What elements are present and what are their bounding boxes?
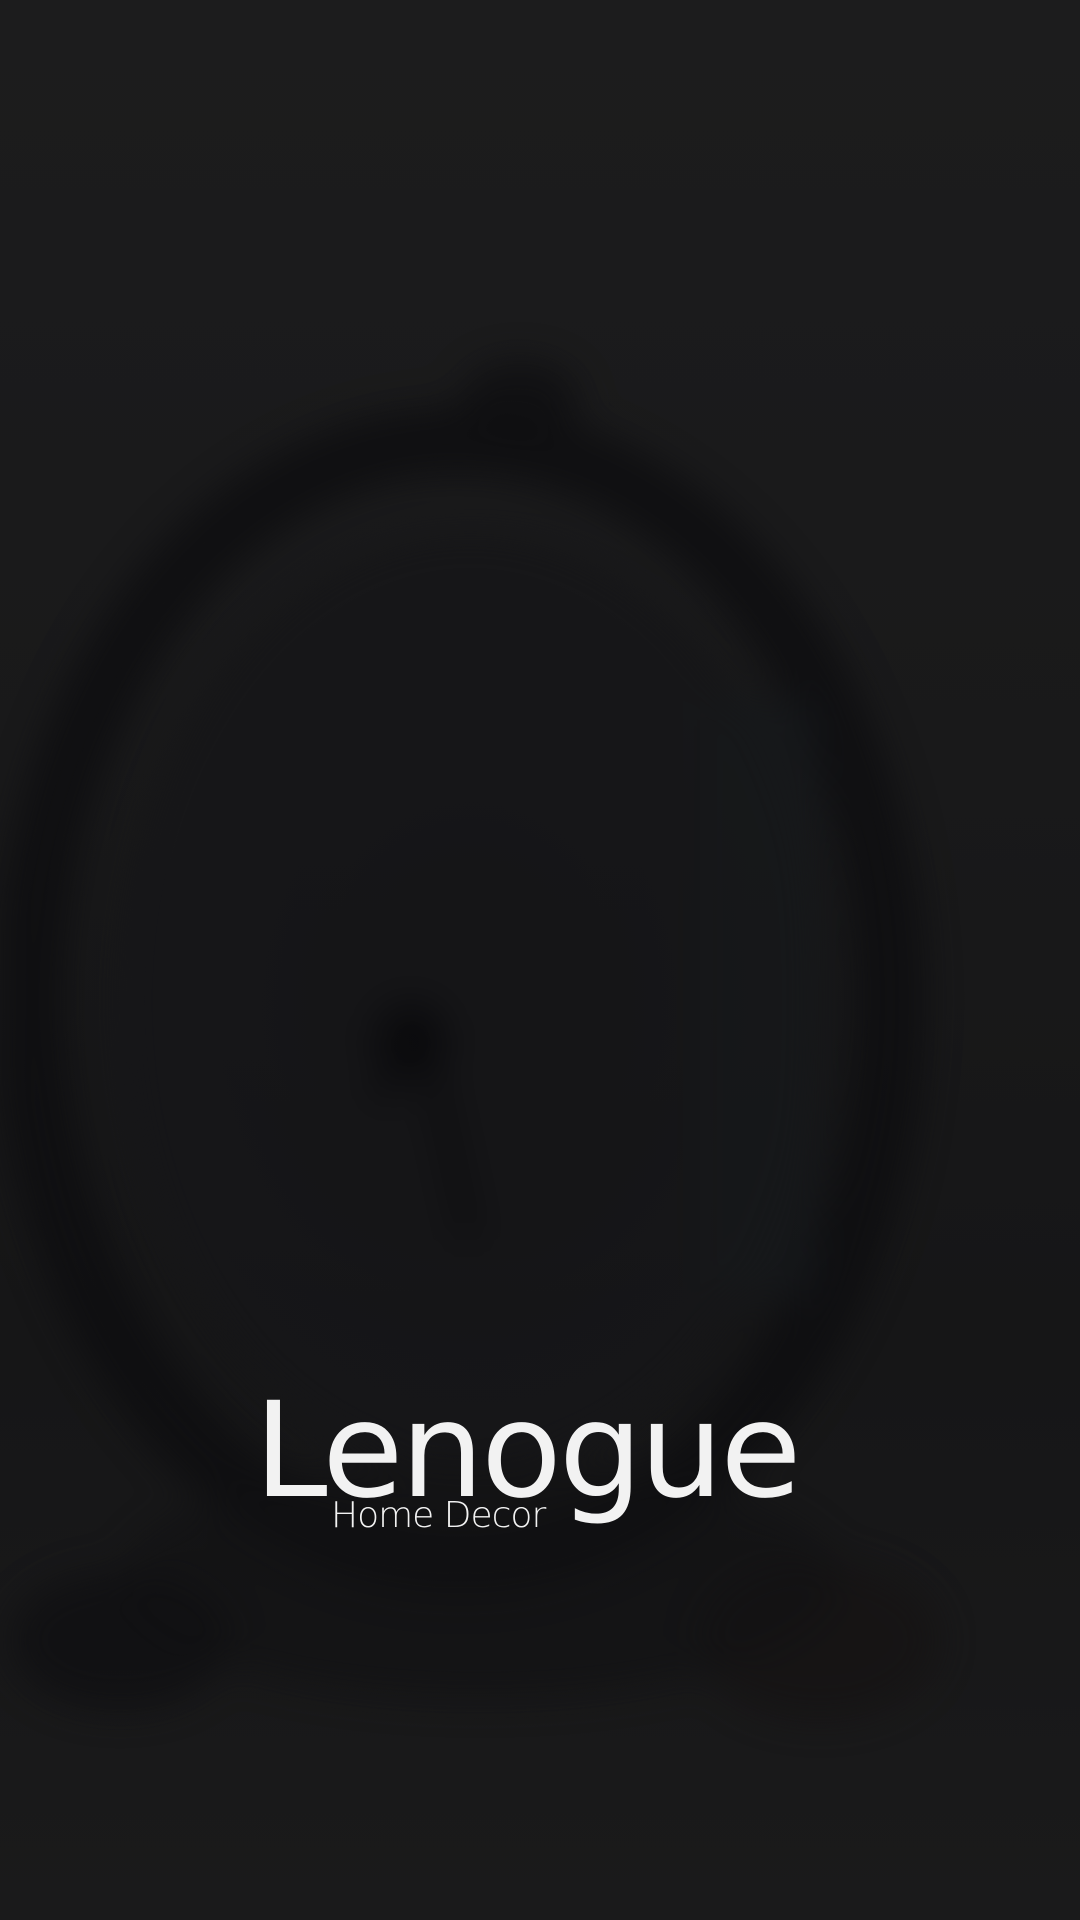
splash-screen: Lenogue Home Decor [0,0,1080,1920]
brand-tagline: Home Decor [331,1495,546,1536]
brand-logo: Lenogue Home Decor [0,1385,1080,1555]
background-clock-image [0,0,1080,1920]
